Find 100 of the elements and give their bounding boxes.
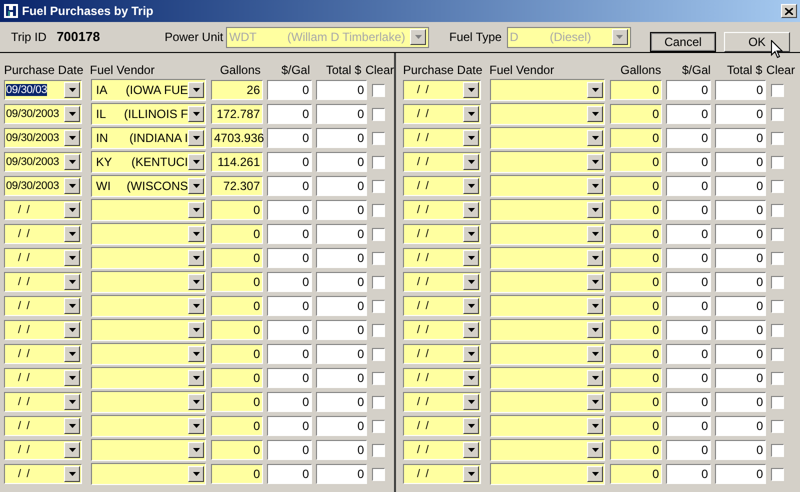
total-field[interactable]: 0 <box>715 176 766 196</box>
clear-checkbox[interactable] <box>372 324 385 336</box>
date-field[interactable]: / / <box>403 416 481 436</box>
date-field[interactable]: / / <box>4 200 82 220</box>
date-field[interactable]: / / <box>403 176 481 196</box>
price-field[interactable]: 0 <box>666 80 711 100</box>
price-field[interactable]: 0 <box>267 80 312 100</box>
dropdown-button[interactable] <box>188 322 204 338</box>
date-field[interactable]: / / <box>403 296 481 316</box>
gallons-field[interactable]: 0 <box>610 344 662 364</box>
gallons-field[interactable]: 72.307 <box>211 176 263 196</box>
dropdown-button[interactable] <box>587 370 603 386</box>
date-field[interactable]: 09/30/2003 <box>4 128 82 148</box>
vendor-select[interactable] <box>91 247 206 269</box>
gallons-field[interactable]: 114.261 <box>211 152 263 172</box>
vendor-select[interactable] <box>490 367 605 389</box>
clear-checkbox[interactable] <box>372 132 385 144</box>
gallons-field[interactable]: 0 <box>610 104 662 124</box>
dropdown-button[interactable] <box>188 394 204 410</box>
price-field[interactable]: 0 <box>267 368 312 388</box>
price-field[interactable]: 0 <box>267 248 312 268</box>
price-field[interactable]: 0 <box>267 272 312 292</box>
clear-checkbox[interactable] <box>372 300 385 312</box>
date-field[interactable]: 09/30/2003 <box>4 104 82 124</box>
total-field[interactable]: 0 <box>316 200 367 220</box>
price-field[interactable]: 0 <box>666 344 711 364</box>
vendor-select[interactable] <box>490 343 605 365</box>
price-field[interactable]: 0 <box>666 392 711 412</box>
dropdown-button[interactable] <box>587 298 603 314</box>
dropdown-button[interactable] <box>64 178 80 194</box>
total-field[interactable]: 0 <box>715 296 766 316</box>
gallons-field[interactable]: 0 <box>211 296 263 316</box>
gallons-field[interactable]: 0 <box>610 272 662 292</box>
date-field[interactable]: / / <box>4 224 82 244</box>
price-field[interactable]: 0 <box>267 344 312 364</box>
clear-checkbox[interactable] <box>372 84 385 96</box>
vendor-select[interactable] <box>91 199 206 221</box>
total-field[interactable]: 0 <box>715 368 766 388</box>
vendor-select[interactable] <box>91 271 206 293</box>
vendor-select[interactable] <box>490 295 605 317</box>
gallons-field[interactable]: 0 <box>610 464 662 484</box>
dropdown-button[interactable] <box>587 418 603 434</box>
price-field[interactable]: 0 <box>666 248 711 268</box>
price-field[interactable]: 0 <box>666 200 711 220</box>
gallons-field[interactable]: 0 <box>211 368 263 388</box>
dropdown-button[interactable] <box>463 322 479 338</box>
dropdown-button[interactable] <box>188 442 204 458</box>
clear-checkbox[interactable] <box>771 420 784 432</box>
vendor-select[interactable] <box>490 439 605 461</box>
clear-checkbox[interactable] <box>372 108 385 120</box>
gallons-field[interactable]: 0 <box>211 272 263 292</box>
total-field[interactable]: 0 <box>715 344 766 364</box>
dropdown-button[interactable] <box>463 274 479 290</box>
price-field[interactable]: 0 <box>267 176 312 196</box>
gallons-field[interactable]: 0 <box>610 320 662 340</box>
price-field[interactable]: 0 <box>267 104 312 124</box>
vendor-select[interactable] <box>91 391 206 413</box>
gallons-field[interactable]: 0 <box>610 176 662 196</box>
gallons-field[interactable]: 0 <box>610 296 662 316</box>
dropdown-button[interactable] <box>587 130 603 146</box>
total-field[interactable]: 0 <box>715 320 766 340</box>
price-field[interactable]: 0 <box>666 224 711 244</box>
price-field[interactable]: 0 <box>666 152 711 172</box>
price-field[interactable]: 0 <box>267 416 312 436</box>
clear-checkbox[interactable] <box>771 156 784 168</box>
gallons-field[interactable]: 0 <box>211 464 263 484</box>
clear-checkbox[interactable] <box>771 348 784 360</box>
dropdown-button[interactable] <box>188 202 204 218</box>
vendor-select[interactable] <box>490 151 605 173</box>
total-field[interactable]: 0 <box>715 128 766 148</box>
dropdown-button[interactable] <box>64 106 80 122</box>
vendor-select[interactable] <box>91 415 206 437</box>
date-field[interactable]: / / <box>4 272 82 292</box>
total-field[interactable]: 0 <box>715 224 766 244</box>
clear-checkbox[interactable] <box>372 396 385 408</box>
total-field[interactable]: 0 <box>715 440 766 460</box>
dropdown-button[interactable] <box>463 370 479 386</box>
dropdown-button[interactable] <box>64 418 80 434</box>
total-field[interactable]: 0 <box>715 272 766 292</box>
dropdown-button[interactable] <box>188 82 204 98</box>
clear-checkbox[interactable] <box>771 204 784 216</box>
vendor-select[interactable]: KY (KENTUCI <box>91 151 206 173</box>
clear-checkbox[interactable] <box>372 348 385 360</box>
ok-button[interactable]: OK <box>724 32 790 52</box>
total-field[interactable]: 0 <box>316 344 367 364</box>
total-field[interactable]: 0 <box>316 176 367 196</box>
date-field[interactable]: / / <box>4 440 82 460</box>
dropdown-button[interactable] <box>587 226 603 242</box>
gallons-field[interactable]: 0 <box>610 416 662 436</box>
price-field[interactable]: 0 <box>666 128 711 148</box>
total-field[interactable]: 0 <box>316 368 367 388</box>
clear-checkbox[interactable] <box>771 276 784 288</box>
vendor-select[interactable] <box>490 391 605 413</box>
date-field[interactable]: / / <box>403 128 481 148</box>
total-field[interactable]: 0 <box>316 248 367 268</box>
clear-checkbox[interactable] <box>372 204 385 216</box>
dropdown-button[interactable] <box>587 322 603 338</box>
date-field[interactable]: / / <box>4 368 82 388</box>
dropdown-button[interactable] <box>188 226 204 242</box>
gallons-field[interactable]: 0 <box>610 80 662 100</box>
